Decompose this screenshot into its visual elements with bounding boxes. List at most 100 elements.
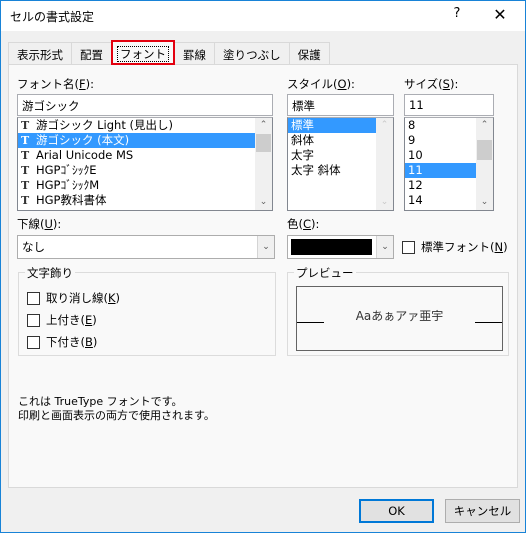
label-text: ) <box>92 335 98 349</box>
accelerator-key: B <box>85 335 93 349</box>
scroll-up-icon: ⌃ <box>380 120 389 130</box>
preview-title: プレビュー <box>294 265 356 281</box>
accelerator-key: O <box>337 77 347 91</box>
font-name-input[interactable]: 游ゴシック <box>17 94 273 116</box>
accelerator-key: C <box>303 217 312 231</box>
list-item[interactable]: T 游ゴシック Light (見出し) <box>18 118 272 133</box>
scroll-thumb[interactable] <box>256 134 271 152</box>
list-item-label: 斜体 <box>291 133 314 147</box>
list-item-label: HGP教科書体 <box>36 193 107 207</box>
list-item[interactable]: T 游ゴシック (本文) <box>18 133 272 148</box>
tab-fill[interactable]: 塗りつぶし <box>214 42 290 65</box>
checkbox-box[interactable] <box>402 240 415 254</box>
style-list-scrollbar[interactable]: ⌃ ⌄ <box>376 118 393 210</box>
help-button[interactable]: ? <box>445 6 469 26</box>
label-text: ): <box>449 77 459 91</box>
size-input[interactable]: 11 <box>404 94 494 116</box>
scroll-thumb[interactable] <box>477 140 492 160</box>
subscript-checkbox[interactable]: 下付き(B) <box>27 334 97 350</box>
strikethrough-checkbox[interactable]: 取り消し線(K) <box>27 290 120 306</box>
underline-label: 下線(U): <box>17 216 61 232</box>
checkbox-box[interactable] <box>27 335 40 349</box>
checkbox-box[interactable] <box>27 291 40 305</box>
normal-font-checkbox[interactable]: 標準フォント(N) <box>402 239 508 255</box>
label-text: ): <box>346 77 355 91</box>
list-item[interactable]: T HGPｺﾞｼｯｸM <box>18 178 272 193</box>
tab-label: 罫線 <box>183 48 206 62</box>
preview-sample: Aaあぁアァ亜宇 <box>355 309 444 323</box>
color-swatch <box>291 239 372 255</box>
style-input[interactable]: 標準 <box>287 94 394 116</box>
chevron-down-icon[interactable]: ⌄ <box>257 236 274 258</box>
scroll-down-icon[interactable]: ⌄ <box>255 195 272 210</box>
ok-button[interactable]: OK <box>359 499 434 523</box>
tab-font[interactable]: フォント <box>111 40 175 65</box>
list-item-label: 11 <box>408 163 423 177</box>
label-text: 取り消し線( <box>46 291 108 305</box>
tab-strip: 表示形式 配置 フォント 罫線 塗りつぶし 保護 <box>8 40 330 65</box>
underline-dropdown[interactable]: なし ⌄ <box>17 235 275 259</box>
font-name-label: フォント名(F): <box>17 76 94 92</box>
truetype-icon: T <box>21 194 30 207</box>
label-text: ): <box>85 77 94 91</box>
close-button[interactable]: ✕ <box>487 5 513 27</box>
scroll-down-icon: ⌄ <box>380 197 389 207</box>
scroll-down-icon[interactable]: ⌄ <box>476 195 493 210</box>
list-item[interactable]: T HGP教科書体 <box>18 193 272 208</box>
scroll-up-icon[interactable]: ⌃ <box>255 118 272 133</box>
info-line-2: 印刷と画面表示の両方で使用されます。 <box>18 409 215 422</box>
tab-protection[interactable]: 保護 <box>288 42 330 65</box>
tab-label: 保護 <box>297 48 321 62</box>
accelerator-key: F <box>79 77 86 91</box>
tab-alignment[interactable]: 配置 <box>71 42 112 65</box>
size-list[interactable]: 8 9 10 11 12 14 ⌃ ⌄ <box>404 117 494 211</box>
label-text: ): <box>52 217 62 231</box>
list-item-label: Arial Unicode MS <box>36 148 134 162</box>
truetype-icon: T <box>21 179 30 192</box>
font-name-list[interactable]: T 游ゴシック Light (見出し) T 游ゴシック (本文) T Arial Unic… <box>17 117 273 211</box>
label-text: 標準フォント( <box>421 240 495 254</box>
accelerator-key: K <box>108 291 116 305</box>
cancel-button[interactable]: キャンセル <box>445 499 520 523</box>
list-item-label: 游ゴシック Light (見出し) <box>36 118 173 132</box>
list-item-label: HGPｺﾞｼｯｸE <box>36 163 97 177</box>
accelerator-key: S <box>442 77 450 91</box>
list-item[interactable]: T HGPｺﾞｼｯｸE <box>18 163 272 178</box>
title-bar: セルの書式設定 ? ✕ <box>1 1 525 31</box>
list-item-label: 太字 斜体 <box>291 163 341 177</box>
underline-value: なし <box>22 240 45 254</box>
superscript-checkbox[interactable]: 上付き(E) <box>27 312 97 328</box>
label-text: 色( <box>287 217 303 231</box>
effects-group: 文字飾り 取り消し線(K) 上付き(E) 下付き(B) <box>18 265 276 356</box>
size-label: サイズ(S): <box>404 76 458 92</box>
label-text: ) <box>92 313 97 327</box>
color-label: 色(C): <box>287 216 319 232</box>
truetype-icon: T <box>21 134 30 147</box>
list-item-label: 10 <box>408 148 423 162</box>
style-list[interactable]: 標準 斜体 太字 太字 斜体 ⌃ ⌄ <box>287 117 394 211</box>
color-picker[interactable]: ⌄ <box>287 235 394 259</box>
font-info: これは TrueType フォントです。 印刷と画面表示の両方で使用されます。 <box>18 395 215 423</box>
chevron-down-icon[interactable]: ⌄ <box>376 236 393 258</box>
tab-border[interactable]: 罫線 <box>174 42 215 65</box>
label-text: ) <box>503 240 508 254</box>
checkbox-box[interactable] <box>27 313 40 327</box>
accelerator-key: E <box>85 313 93 327</box>
list-item-label: 標準 <box>291 118 314 132</box>
tab-label: 塗りつぶし <box>223 48 281 62</box>
label-text: ) <box>115 291 121 305</box>
scroll-up-icon[interactable]: ⌃ <box>476 118 493 133</box>
list-item[interactable]: T Arial Unicode MS <box>18 148 272 163</box>
accelerator-key: N <box>494 240 504 254</box>
preview-group: プレビュー Aaあぁアァ亜宇 <box>287 265 509 356</box>
tab-number[interactable]: 表示形式 <box>8 42 72 65</box>
font-list-items: T 游ゴシック Light (見出し) T 游ゴシック (本文) T Arial Unic… <box>18 118 272 208</box>
baseline-right <box>475 322 502 323</box>
tab-label: フォント <box>117 46 169 62</box>
label-text: 下付き( <box>46 335 85 349</box>
label-text: 下線( <box>17 217 45 231</box>
label-text: スタイル( <box>287 77 338 91</box>
effects-title: 文字飾り <box>25 265 75 281</box>
size-list-scrollbar[interactable]: ⌃ ⌄ <box>476 118 493 210</box>
font-list-scrollbar[interactable]: ⌃ ⌄ <box>255 118 272 210</box>
